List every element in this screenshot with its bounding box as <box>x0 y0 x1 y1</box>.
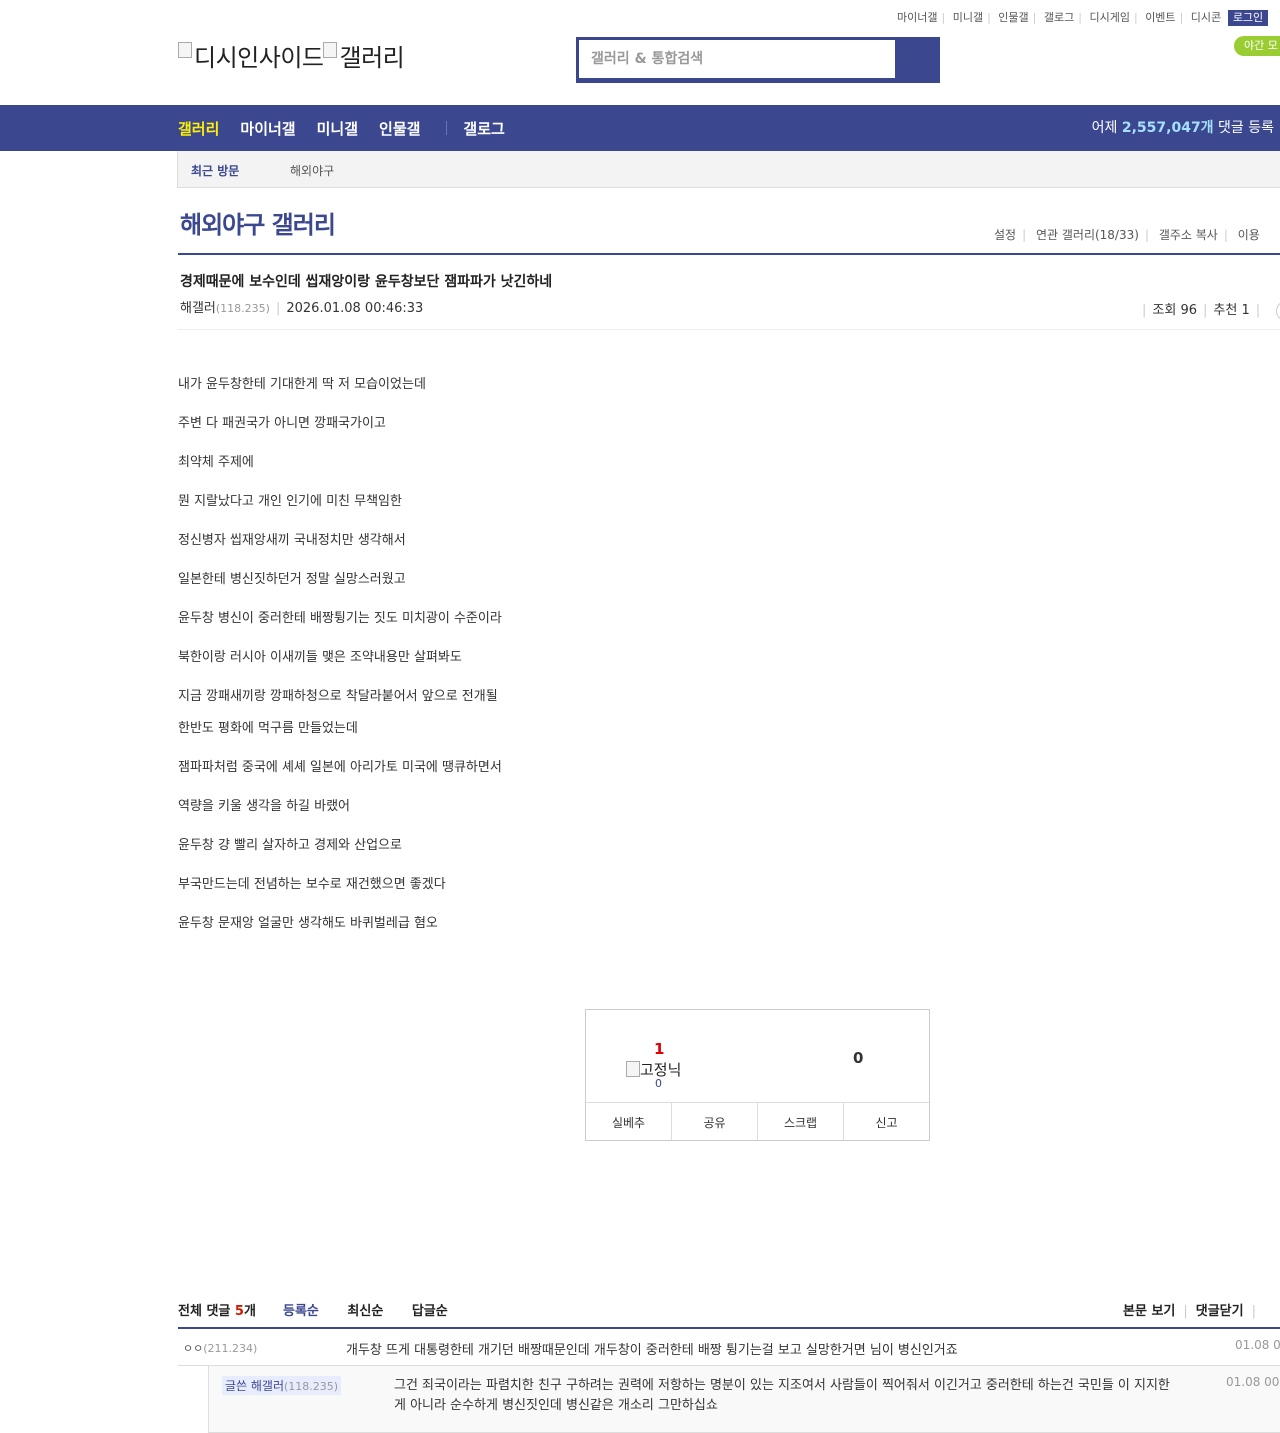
post-recommend: 추천 1 <box>1213 303 1250 318</box>
post-body-line: 윤두창 문재앙 얼굴만 생각해도 바퀴벌레급 혐오 <box>178 916 438 931</box>
top-link-event[interactable]: 이벤트 <box>1141 11 1179 24</box>
fixed-nick-count: 0 <box>655 1077 662 1090</box>
comment-total-count: 5 <box>234 1304 244 1319</box>
comment-text: 개두창 뜨게 대통령한테 개기던 배짱때문인데 개두창이 중러한테 배짱 튕기는… <box>346 1343 958 1358</box>
broken-image-icon <box>323 42 338 58</box>
close-comments-button[interactable]: 댓글닫기 <box>1196 1304 1244 1319</box>
best-recommend-button[interactable]: 실베추 <box>586 1103 672 1140</box>
post-body-line: 지금 깡패새끼랑 깡패하청으로 착달라붙어서 앞으로 전개될 <box>178 689 498 704</box>
stat-prefix: 어제 <box>1091 120 1122 136</box>
copy-gallery-url-link[interactable]: 갤주소 복사 <box>1159 228 1218 242</box>
nav-divider <box>446 121 448 135</box>
logo-text: 디시인사이드 <box>194 44 324 72</box>
post-stats: | 조회 96 | 추천 1 | <box>1136 299 1280 321</box>
post-body-line: 윤두창 병신이 중러한테 배짱튕기는 짓도 미치광이 수준이라 <box>178 611 502 626</box>
comment-nick[interactable]: ㅇㅇ(211.234) <box>183 1340 257 1356</box>
night-mode-button[interactable]: 야간 모 <box>1234 36 1280 56</box>
fixed-nick-label: 고정닉 <box>626 1059 681 1080</box>
broken-image-icon <box>626 1061 640 1077</box>
comment-total: 전체 댓글 5개 <box>178 1300 256 1319</box>
post-author[interactable]: 해갤러 <box>180 301 216 316</box>
sort-registered[interactable]: 등록순 <box>283 1304 319 1319</box>
top-link-dccon[interactable]: 디시콘 <box>1187 11 1225 24</box>
top-link-gallog[interactable]: 갤로그 <box>1040 11 1078 24</box>
comment-nick-text: ㅇㅇ <box>183 1342 204 1355</box>
top-link-mini-gallery[interactable]: 미니갤 <box>949 11 987 24</box>
post-body-line: 최약체 주제에 <box>178 455 254 470</box>
comment-reply-item: 글쓴 해갤러(118.235) 그건 죄국이라는 파렴치한 친구 구하려는 권력… <box>208 1366 1280 1433</box>
comment-item: ㅇㅇ(211.234) 개두창 뜨게 대통령한테 개기던 배짱때문인데 개두창이… <box>178 1329 1280 1366</box>
sort-replies[interactable]: 답글순 <box>412 1304 448 1319</box>
logo-sub-text: 갤러리 <box>339 44 405 72</box>
post-body-line: 한반도 평화에 먹구름 만들었는데 <box>178 721 358 736</box>
upvote-count[interactable]: 1 <box>654 1040 664 1058</box>
comment-total-label: 전체 댓글 <box>178 1304 235 1319</box>
gallery-settings-link[interactable]: 설정 <box>994 228 1016 242</box>
reply-text: 그건 죄국이라는 파렴치한 친구 구하려는 권력에 저항하는 명분이 있는 지조… <box>394 1378 1170 1413</box>
recent-visit-label[interactable]: 최근 방문 <box>191 162 239 179</box>
nav-minor-gallery[interactable]: 마이너갤 <box>240 118 295 139</box>
recent-visit-gallery[interactable]: 해외야구 <box>290 162 334 179</box>
post-body-line: 주변 다 패권국가 아니면 깡패국가이고 <box>178 416 386 431</box>
stat-suffix: 댓글 등록 <box>1213 120 1274 136</box>
reply-ip: (118.235) <box>284 1380 339 1393</box>
usage-link[interactable]: 이용 <box>1238 228 1260 242</box>
post-views: 조회 96 <box>1152 303 1197 318</box>
post-title: 경제때문에 보수인데 씹재앙이랑 윤두창보단 잼파파가 낫긴하네 <box>180 274 553 290</box>
nav-gallog[interactable]: 갤로그 <box>463 118 504 139</box>
reply-nick-text: 글쓴 해갤러 <box>225 1379 285 1393</box>
post-body-line: 내가 윤두창한테 기대한게 딱 저 모습이었는데 <box>178 377 426 392</box>
title-divider <box>178 253 1280 255</box>
reply-nick[interactable]: 글쓴 해갤러(118.235) <box>222 1376 342 1395</box>
view-post-button[interactable]: 본문 보기 <box>1123 1304 1175 1319</box>
yesterday-comment-stat: 어제 2,557,047개 댓글 등록 <box>1092 105 1274 151</box>
comment-sort: 등록순 최신순 답글순 <box>283 1300 472 1319</box>
share-button[interactable]: 공유 <box>672 1103 758 1140</box>
post-body-line: 잼파파처럼 중국에 셰셰 일본에 아리가토 미국에 땡큐하면서 <box>178 760 502 775</box>
search-input[interactable] <box>579 40 895 78</box>
stat-count: 2,557,047개 <box>1121 120 1214 136</box>
broken-image-icon <box>178 42 192 58</box>
gallery-title[interactable]: 해외야구 갤러리 <box>180 205 336 240</box>
top-link-person-gallery[interactable]: 인물갤 <box>994 11 1032 24</box>
post-body-line: 뭔 지랄났다고 개인 인기에 미친 무책임한 <box>178 494 402 509</box>
reply-date: 01.08 00:5 <box>1226 1375 1280 1389</box>
post-body-line: 부국만드는데 전념하는 보수로 재건했으면 좋겠다 <box>178 877 446 892</box>
sort-latest[interactable]: 최신순 <box>347 1304 383 1319</box>
post-body-line: 일본한테 병신짓하던거 정말 실망스러웠고 <box>178 572 406 587</box>
post-body-line: 윤두창 걍 빨리 살자하고 경제와 산업으로 <box>178 838 402 853</box>
site-logo[interactable]: 디시인사이드 갤러리 <box>178 38 405 73</box>
comment-actions: 본문 보기 | 댓글닫기 | <box>1123 1304 1256 1319</box>
search-button[interactable] <box>896 40 937 80</box>
recent-visit-bar: 최근 방문 해외야구 <box>177 151 1280 188</box>
search-icon <box>896 40 937 80</box>
vote-actions: 실베추 공유 스크랩 신고 <box>586 1102 929 1140</box>
downvote-count[interactable]: 0 <box>853 1049 863 1067</box>
meta-divider <box>178 329 1280 330</box>
post-body-line: 정신병자 씹재앙새끼 국내정치만 생각해서 <box>178 533 406 548</box>
comment-ip: (211.234) <box>203 1342 258 1355</box>
search-box <box>576 37 940 83</box>
main-navbar: 갤러리 마이너갤 미니갤 인물갤 갤로그 어제 2,557,047개 댓글 등록 <box>0 105 1280 151</box>
post-body-line: 북한이랑 러시아 이새끼들 맺은 조약내용만 살펴봐도 <box>178 650 462 665</box>
report-button[interactable]: 신고 <box>844 1103 929 1140</box>
nav-gallery[interactable]: 갤러리 <box>178 118 219 139</box>
gallery-tools: 설정 | 연관 갤러리(18/33) | 갤주소 복사 | 이용 <box>994 228 1260 242</box>
top-link-minor-gallery[interactable]: 마이너갤 <box>893 11 941 24</box>
post-datetime: 2026.01.08 00:46:33 <box>286 301 424 316</box>
login-button[interactable]: 로그인 <box>1228 10 1268 26</box>
nav-mini-gallery[interactable]: 미니갤 <box>317 118 358 139</box>
comment-date: 01.08 00 <box>1235 1338 1280 1352</box>
comment-total-unit: 개 <box>243 1304 256 1319</box>
comment-jump-button[interactable] <box>1276 300 1280 321</box>
post-meta: 해갤러(118.235) | 2026.01.08 00:46:33 <box>180 301 424 316</box>
post-author-ip: (118.235) <box>215 302 270 315</box>
top-utility-links: 마이너갤 | 미니갤 | 인물갤 | 갤로그 | 디시게임 | 이벤트 | 디시콘 <box>893 9 1225 25</box>
top-link-dc-game[interactable]: 디시게임 <box>1085 11 1133 24</box>
scrap-button[interactable]: 스크랩 <box>758 1103 844 1140</box>
vote-box: 1 고정닉 0 0 실베추 공유 스크랩 신고 <box>585 1009 930 1141</box>
nav-person-gallery[interactable]: 인물갤 <box>379 118 420 139</box>
related-galleries-link[interactable]: 연관 갤러리(18/33) <box>1036 228 1139 242</box>
post-body-line: 역량을 키울 생각을 하길 바랬어 <box>178 799 351 814</box>
